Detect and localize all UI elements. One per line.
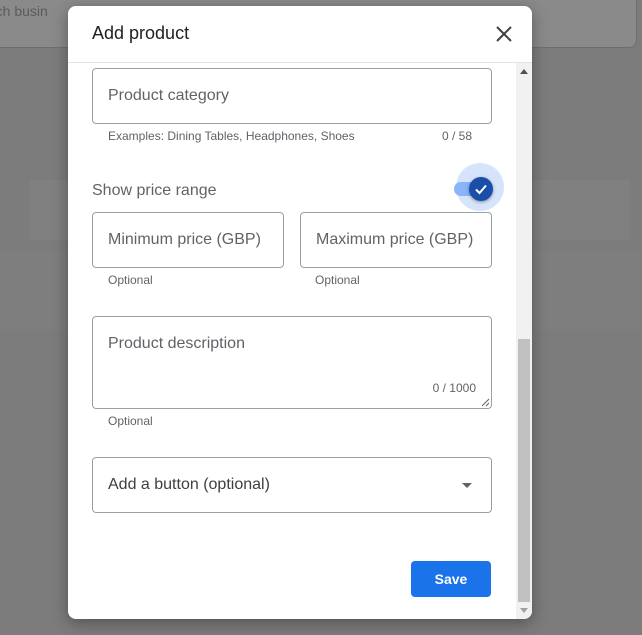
minimum-price-hint: Optional — [108, 273, 153, 287]
product-category-hint: Examples: Dining Tables, Headphones, Sho… — [108, 129, 355, 143]
minimum-price-placeholder: Minimum price (GBP) — [108, 231, 261, 248]
product-description-textarea[interactable]: Product description 0 / 1000 — [92, 316, 492, 409]
resize-grip-icon[interactable] — [480, 397, 490, 407]
price-range-label: Show price range — [92, 182, 217, 199]
dialog-header: Add product — [68, 6, 532, 63]
maximum-price-hint: Optional — [315, 273, 360, 287]
product-description-placeholder: Product description — [108, 335, 245, 352]
add-product-dialog: Add product Product category Examples: D… — [68, 6, 532, 619]
scroll-down-arrow-icon[interactable] — [520, 608, 528, 613]
close-button[interactable] — [492, 22, 516, 46]
dialog-body: Product category Examples: Dining Tables… — [68, 63, 516, 619]
add-button-select[interactable]: Add a button (optional) — [92, 457, 492, 513]
maximum-price-input[interactable]: Maximum price (GBP) — [300, 212, 492, 268]
dialog-scrollbar[interactable] — [516, 63, 532, 619]
dialog-title: Add product — [92, 23, 190, 43]
product-category-placeholder: Product category — [108, 87, 229, 104]
product-description-counter: 0 / 1000 — [432, 381, 476, 395]
scrollbar-thumb[interactable] — [518, 339, 530, 602]
toggle-knob[interactable] — [469, 177, 493, 201]
background-search-text: rch busin — [0, 3, 48, 19]
close-icon — [496, 26, 512, 42]
check-icon — [475, 184, 487, 195]
product-category-input[interactable]: Product category — [92, 68, 492, 124]
scroll-up-arrow-icon[interactable] — [520, 69, 528, 74]
save-button[interactable]: Save — [411, 561, 491, 597]
product-category-counter: 0 / 58 — [442, 129, 473, 143]
maximum-price-placeholder: Maximum price (GBP) — [316, 231, 474, 248]
add-button-select-label: Add a button (optional) — [108, 476, 270, 493]
minimum-price-input[interactable]: Minimum price (GBP) — [92, 212, 284, 268]
product-description-hint: Optional — [108, 414, 153, 428]
dropdown-caret-icon — [462, 483, 472, 488]
